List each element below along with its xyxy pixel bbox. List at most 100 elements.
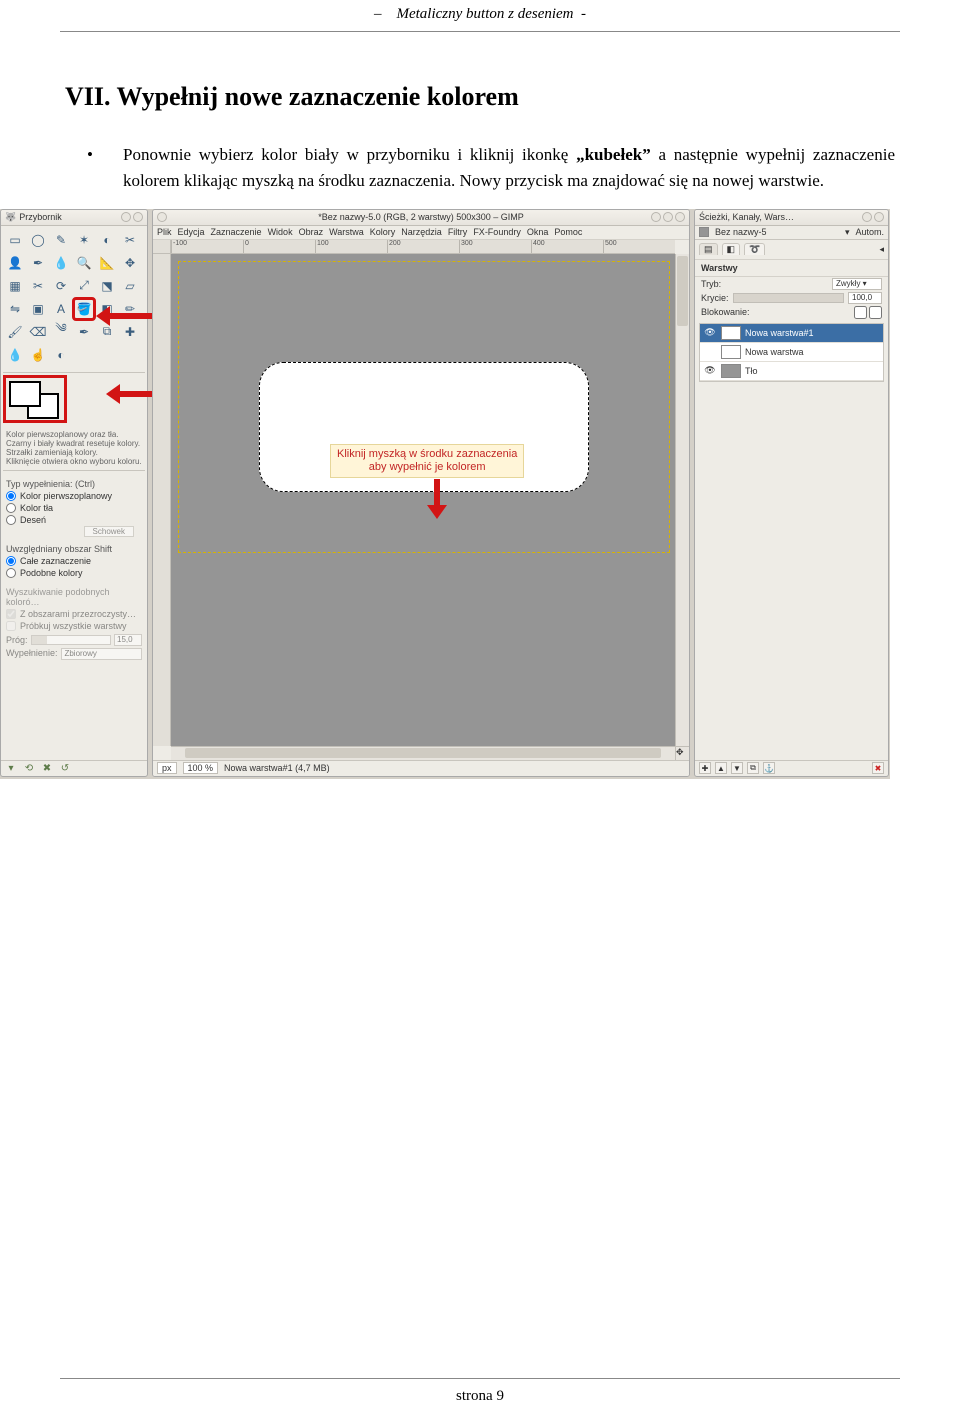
image-name[interactable]: Bez nazwy-5 [715,227,839,237]
color-swatches[interactable] [5,377,143,425]
tool-crop-icon[interactable]: ✂ [28,276,48,296]
window-close-icon[interactable] [133,212,143,222]
layer-thumb-icon [721,364,741,378]
tool-shear-icon[interactable]: ⬔ [97,276,117,296]
lower-layer-icon[interactable]: ▼ [731,762,743,774]
menu-item[interactable]: Narzędzia [401,227,442,237]
window-minimize-icon[interactable] [651,212,661,222]
menu-item[interactable]: Edycja [178,227,205,237]
menu-item[interactable]: Plik [157,227,172,237]
tool-measure-icon[interactable]: 📐 [97,253,117,273]
raise-layer-icon[interactable]: ▲ [715,762,727,774]
threshold-label: Próg: [6,635,28,645]
duplicate-layer-icon[interactable]: ⧉ [747,762,759,774]
delete-options-icon[interactable]: ✖ [41,762,53,774]
tool-smudge-icon[interactable]: ☝ [28,345,48,365]
menu-item[interactable]: Zaznaczenie [211,227,262,237]
tool-foreground-icon[interactable]: 👤 [5,253,25,273]
menu-item[interactable]: Okna [527,227,549,237]
tool-ellipse-select-icon[interactable]: ◯ [28,230,48,250]
tab-paths-icon[interactable]: ➰ [744,243,765,255]
tab-menu-icon[interactable]: ◂ [879,244,884,255]
tool-rect-select-icon[interactable]: ▭ [5,230,25,250]
layer-row[interactable]: 👁 Tło [700,362,883,381]
tab-layers-icon[interactable]: ▤ [699,243,718,255]
tool-by-color-icon[interactable]: ◐ [97,230,117,250]
eye-icon[interactable]: 👁 [703,365,717,376]
reset-options-icon[interactable]: ↺ [59,762,71,774]
scrollbar-horizontal[interactable] [171,746,675,760]
tool-ink-icon[interactable]: ✒ [74,322,94,342]
tab-channels-icon[interactable]: ◧ [722,243,741,255]
scrollbar-vertical[interactable] [675,254,689,746]
tool-move-icon[interactable]: ✥ [120,253,140,273]
layer-row[interactable]: 👁 Nowa warstwa#1 [700,324,883,343]
page-footer: strona 9 [0,1388,960,1405]
layer-name: Tło [745,366,758,376]
opacity-slider[interactable] [733,293,844,303]
status-unit[interactable]: px [157,762,177,774]
restore-options-icon[interactable]: ⟲ [23,762,35,774]
tool-align-icon[interactable]: ▦ [5,276,25,296]
tool-paths-icon[interactable]: ✒ [28,253,48,273]
tool-eraser-icon[interactable]: ⌫ [28,322,48,342]
tool-bucket-fill-icon[interactable]: 🪣 [74,299,94,319]
new-layer-icon[interactable]: ✚ [699,762,711,774]
tool-fuzzy-select-icon[interactable]: ✶ [74,230,94,250]
clipboard-button: Schowek [84,526,134,537]
window-maximize-icon[interactable] [663,212,673,222]
lock-row: Blokowanie: [695,305,888,320]
window-close-icon[interactable] [874,212,884,222]
auto-button[interactable]: Autom. [855,227,884,237]
dock-titlebar: Ścieżki, Kanały, Wars… [695,210,888,226]
radio-similar-colors[interactable]: Podobne kolory [6,567,142,579]
nav-preview-icon[interactable]: ✥ [675,746,689,760]
layer-row[interactable]: Nowa warstwa [700,343,883,362]
lock-alpha-checkbox[interactable] [869,306,882,319]
fg-color-swatch[interactable] [9,381,41,407]
eye-icon[interactable]: 👁 [703,327,717,338]
radio-whole-selection[interactable]: Całe zaznaczenie [6,555,142,567]
tool-dodge-icon[interactable]: ◐ [51,345,71,365]
opacity-value[interactable]: 100,0 [848,292,882,304]
tool-zoom-icon[interactable]: 🔍 [74,253,94,273]
save-options-icon[interactable]: ▾ [5,762,17,774]
tool-scale-icon[interactable]: ⤢ [74,276,94,296]
canvas-viewport[interactable] [171,254,675,746]
lock-pixels-checkbox[interactable] [854,306,867,319]
menu-item[interactable]: Filtry [448,227,468,237]
tool-scissors-icon[interactable]: ✂ [120,230,140,250]
menu-item[interactable]: Kolory [370,227,396,237]
menu-item[interactable]: Widok [268,227,293,237]
menu-item[interactable]: Pomoc [554,227,582,237]
tool-free-select-icon[interactable]: ✎ [51,230,71,250]
status-zoom[interactable]: 100 % [183,762,219,774]
tool-paintbrush-icon[interactable]: 🖌 [5,322,25,342]
tool-perspective-icon[interactable]: ▱ [120,276,140,296]
radio-fill-fg[interactable]: Kolor pierwszoplanowy [6,490,142,502]
window-minimize-icon[interactable] [121,212,131,222]
tool-rotate-icon[interactable]: ⟳ [51,276,71,296]
window-menu-icon[interactable] [157,212,167,222]
tool-color-picker-icon[interactable]: 💧 [51,253,71,273]
anchor-layer-icon[interactable]: ⚓ [763,762,775,774]
menu-item[interactable]: Obraz [299,227,324,237]
tool-cage-icon[interactable]: ▣ [28,299,48,319]
tool-flip-icon[interactable]: ⇋ [5,299,25,319]
radio-fill-pattern[interactable]: Deseń [6,514,142,526]
canvas[interactable] [179,262,669,552]
tool-airbrush-icon[interactable]: ༄ [51,322,71,342]
image-titlebar: *Bez nazwy-5.0 (RGB, 2 warstwy) 500x300 … [153,210,689,226]
menu-item[interactable]: Warstwa [329,227,364,237]
dash: - [581,6,586,22]
mode-value[interactable]: Zwykły ▾ [832,278,882,290]
tool-heal-icon[interactable]: ✚ [120,322,140,342]
menu-item[interactable]: FX-Foundry [473,227,521,237]
radio-fill-bg[interactable]: Kolor tła [6,502,142,514]
chevron-down-icon[interactable]: ▾ [845,227,850,238]
window-minimize-icon[interactable] [862,212,872,222]
tool-blur-icon[interactable]: 💧 [5,345,25,365]
para-keyword: „kubełek” [576,145,651,164]
delete-layer-icon[interactable]: ✖ [872,762,884,774]
window-close-icon[interactable] [675,212,685,222]
